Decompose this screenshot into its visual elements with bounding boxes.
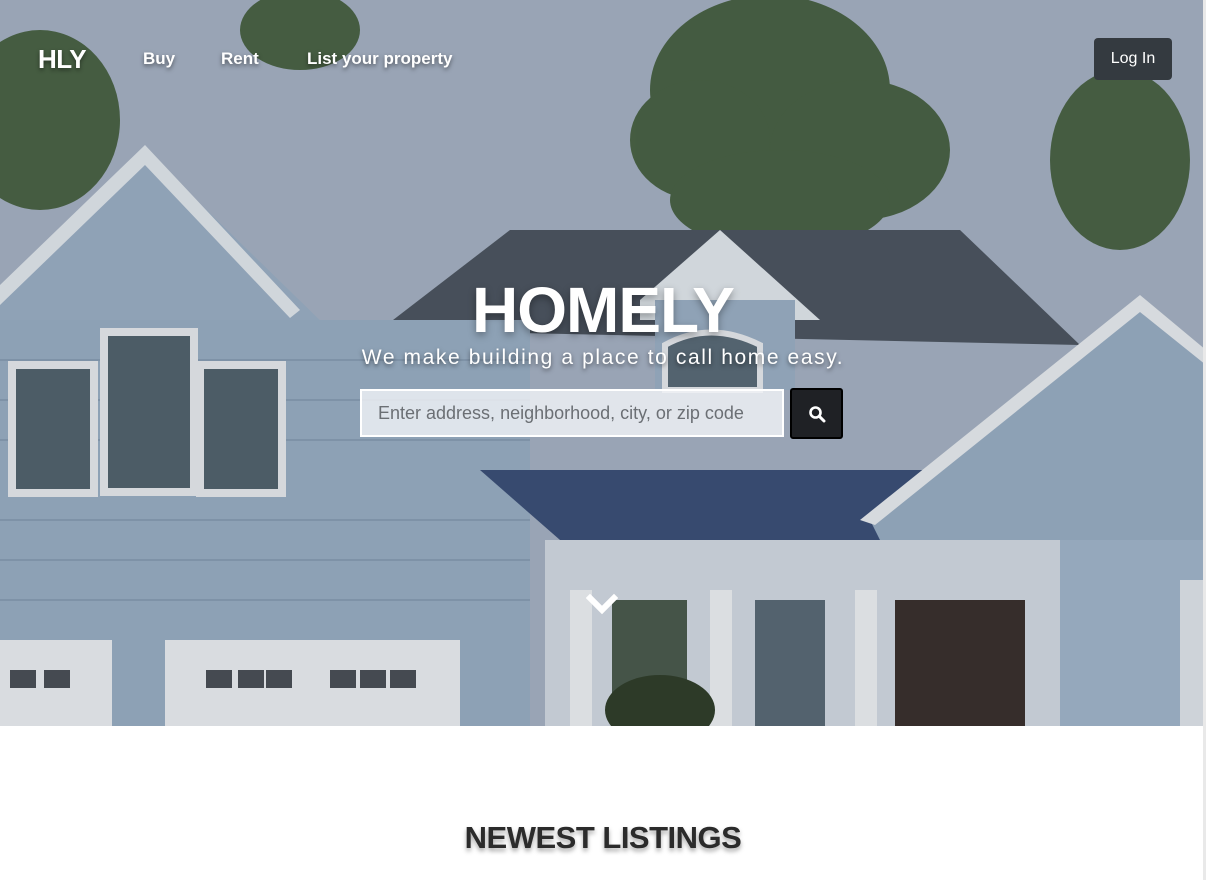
newest-listings-heading: NEWEST LISTINGS <box>464 820 742 855</box>
top-navbar: HLY Buy Rent List your property Log In <box>0 0 1206 120</box>
nav-link-buy[interactable]: Buy <box>143 49 175 69</box>
nav-link-list-property[interactable]: List your property <box>307 49 452 69</box>
search-icon <box>808 405 825 422</box>
hero-subtitle: We make building a place to call home ea… <box>361 346 845 369</box>
brand-logo[interactable]: HLY <box>38 44 87 75</box>
hero-banner: HLY Buy Rent List your property Log In H… <box>0 0 1206 726</box>
search-input[interactable] <box>360 389 784 437</box>
hero-title: HOMELY <box>472 274 735 346</box>
nav-link-rent[interactable]: Rent <box>221 49 259 69</box>
login-button[interactable]: Log In <box>1094 38 1172 80</box>
search-button[interactable] <box>790 388 843 439</box>
chevron-down-icon[interactable] <box>586 592 618 618</box>
